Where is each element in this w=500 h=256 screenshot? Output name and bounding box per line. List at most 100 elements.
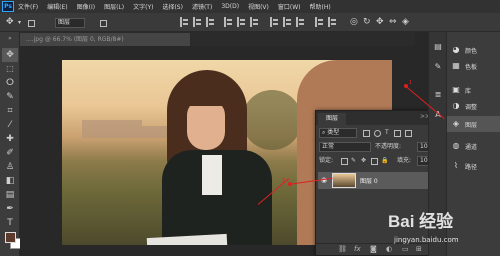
menu-window[interactable]: 窗口(W) xyxy=(278,2,301,11)
menu-edit[interactable]: 编辑(E) xyxy=(47,2,67,11)
properties-icon[interactable]: ≣ xyxy=(432,90,444,102)
align-bottom-icon[interactable] xyxy=(296,17,304,27)
align-right-icon[interactable] xyxy=(206,17,214,27)
document-tab-bar: ....jpg @ 66.7% (图层 0, RGB/8#) xyxy=(20,32,415,46)
distribute-bottom-icon[interactable] xyxy=(250,17,258,27)
menu-type[interactable]: 文字(Y) xyxy=(133,2,153,11)
dock-item-label: 库 xyxy=(465,88,472,95)
transform-controls-checkbox[interactable] xyxy=(100,20,107,27)
dock-item-label: 调整 xyxy=(465,104,478,111)
baidu-watermark: Bai 经验 jingyan.baidu.com xyxy=(388,205,500,255)
menu-view[interactable]: 视图(V) xyxy=(248,2,269,11)
layer-filter-row: ⌕ 类型 T xyxy=(319,128,443,139)
tools-panel: ✥ ⬚ ⵔ ✎ ⌗ ⁄ ✚ ✐ ♙ ◧ ▤ ✒ T » xyxy=(0,32,21,256)
add-mask-icon[interactable]: ◙ xyxy=(370,245,377,253)
auto-select-checkbox[interactable] xyxy=(28,20,35,27)
layer-filter-select[interactable]: ⌕ 类型 xyxy=(319,128,357,138)
swatches-icon: ▦ xyxy=(452,61,460,70)
dock-item-color[interactable]: ◕ 颜色 xyxy=(447,42,500,58)
filter-adjustment-icon[interactable] xyxy=(374,130,381,137)
align-top-icon[interactable] xyxy=(270,17,278,27)
options-bar: ✥ ▾ 图层 ◎ ↻ ✥ ⇔ ◈ xyxy=(0,13,500,32)
quick-select-tool-icon[interactable]: ✎ xyxy=(2,90,18,104)
collapse-toolbar-icon[interactable]: » xyxy=(2,32,18,46)
girl-bangs xyxy=(180,80,236,106)
menu-layer[interactable]: 图层(L) xyxy=(104,2,124,11)
palette-icon: ◕ xyxy=(452,45,460,54)
eraser-tool-icon[interactable]: ◧ xyxy=(2,174,18,188)
menu-select[interactable]: 选择(S) xyxy=(162,2,183,11)
eyedropper-tool-icon[interactable]: ⁄ xyxy=(2,118,18,132)
lock-label: 锁定: xyxy=(319,157,334,164)
align-vcenter-icon[interactable] xyxy=(283,17,291,27)
layers-icon: ◈ xyxy=(452,119,460,128)
lasso-tool-icon[interactable]: ⵔ xyxy=(2,76,18,90)
layer-row[interactable]: ◉ 图层 0 xyxy=(318,172,442,189)
link-layers-icon[interactable]: ⛓ xyxy=(338,245,347,253)
gradient-tool-icon[interactable]: ▤ xyxy=(2,188,18,202)
menu-file[interactable]: 文件(F) xyxy=(18,2,38,11)
dock-item-adjustments[interactable]: ◑ 调整 xyxy=(447,98,500,114)
filter-smart-object-icon[interactable] xyxy=(405,130,412,137)
brush-tool-icon[interactable]: ✐ xyxy=(2,146,18,160)
lock-all-icon[interactable]: 🔒 xyxy=(381,156,388,166)
marquee-tool-icon[interactable]: ⬚ xyxy=(2,62,18,76)
distribute-top-icon[interactable] xyxy=(224,17,232,27)
distribute-horizontal-icon[interactable] xyxy=(315,17,323,27)
align-left-icon[interactable] xyxy=(180,17,188,27)
foreground-color-swatch[interactable] xyxy=(5,232,16,243)
layer-name[interactable]: 图层 0 xyxy=(360,176,378,185)
lock-artboard-icon[interactable] xyxy=(371,158,378,165)
dock-item-libraries[interactable]: ▣ 库 xyxy=(447,82,500,98)
blend-row: 正常 不透明度: 100% xyxy=(319,142,443,153)
dock-item-channels[interactable]: ◍ 通道 xyxy=(447,138,500,154)
3d-pan-icon[interactable]: ✥ xyxy=(376,17,384,27)
menu-filter[interactable]: 滤镜(T) xyxy=(192,2,212,11)
lock-transparent-icon[interactable] xyxy=(341,158,348,165)
paper-sheet xyxy=(146,233,228,245)
filter-type-icon[interactable]: T xyxy=(385,128,389,138)
filter-pixel-icon[interactable] xyxy=(363,130,370,137)
fill-label: 填充: xyxy=(397,157,412,164)
annotation-number-1: 1 xyxy=(409,80,413,86)
3d-slide-icon[interactable]: ⇔ xyxy=(389,17,397,27)
move-tool-icon[interactable]: ✥ xyxy=(2,48,18,62)
distribute-middle-icon[interactable] xyxy=(237,17,245,27)
3d-scale-icon[interactable]: ◈ xyxy=(402,17,409,27)
dock-item-layers[interactable]: ◈ 图层 xyxy=(447,116,500,132)
layers-panel-header: 图层 >> ≡ xyxy=(316,111,444,125)
pen-tool-icon[interactable]: ✒ xyxy=(2,202,18,216)
lock-position-icon[interactable]: ✥ xyxy=(361,156,366,166)
document-tab[interactable]: ....jpg @ 66.7% (图层 0, RGB/8#) xyxy=(20,33,190,46)
move-tool-icon[interactable]: ✥ xyxy=(6,17,14,27)
dock-item-label: 路径 xyxy=(465,164,478,171)
3d-mode-icon[interactable]: ◎ xyxy=(350,17,358,27)
dock-item-paths[interactable]: ⌇ 路径 xyxy=(447,158,500,174)
filter-shape-icon[interactable] xyxy=(394,130,401,137)
dock-item-label: 颜色 xyxy=(465,48,478,55)
align-center-icon[interactable] xyxy=(193,17,201,27)
channels-icon: ◍ xyxy=(452,141,460,150)
history-icon[interactable]: ▤ xyxy=(432,42,444,54)
menu-help[interactable]: 帮助(H) xyxy=(310,2,331,11)
brush-preset-icon[interactable]: ✎ xyxy=(432,62,444,74)
3d-rotate-icon[interactable]: ↻ xyxy=(363,17,371,27)
menu-image[interactable]: 图像(I) xyxy=(77,2,95,11)
watermark-url: jingyan.baidu.com xyxy=(394,236,459,244)
dropdown-arrow-icon[interactable]: ▾ xyxy=(18,19,21,26)
distribute-vertical-icon[interactable] xyxy=(328,17,336,27)
dock-item-label: 通道 xyxy=(465,144,478,151)
menu-3d[interactable]: 3D(D) xyxy=(221,3,239,10)
auto-select-mode-select[interactable]: 图层 xyxy=(55,18,85,28)
layer-style-icon[interactable]: fx xyxy=(354,245,361,253)
healing-brush-tool-icon[interactable]: ✚ xyxy=(2,132,18,146)
background-building xyxy=(82,120,142,138)
blend-mode-select[interactable]: 正常 xyxy=(319,142,371,152)
type-tool-icon[interactable]: T xyxy=(2,216,18,230)
clone-stamp-tool-icon[interactable]: ♙ xyxy=(2,160,18,174)
crop-tool-icon[interactable]: ⌗ xyxy=(2,104,18,118)
dock-item-swatches[interactable]: ▦ 色板 xyxy=(447,58,500,74)
lock-image-icon[interactable]: ✎ xyxy=(351,156,356,166)
background-tree xyxy=(242,90,302,150)
layers-tab[interactable]: 图层 xyxy=(318,113,346,125)
